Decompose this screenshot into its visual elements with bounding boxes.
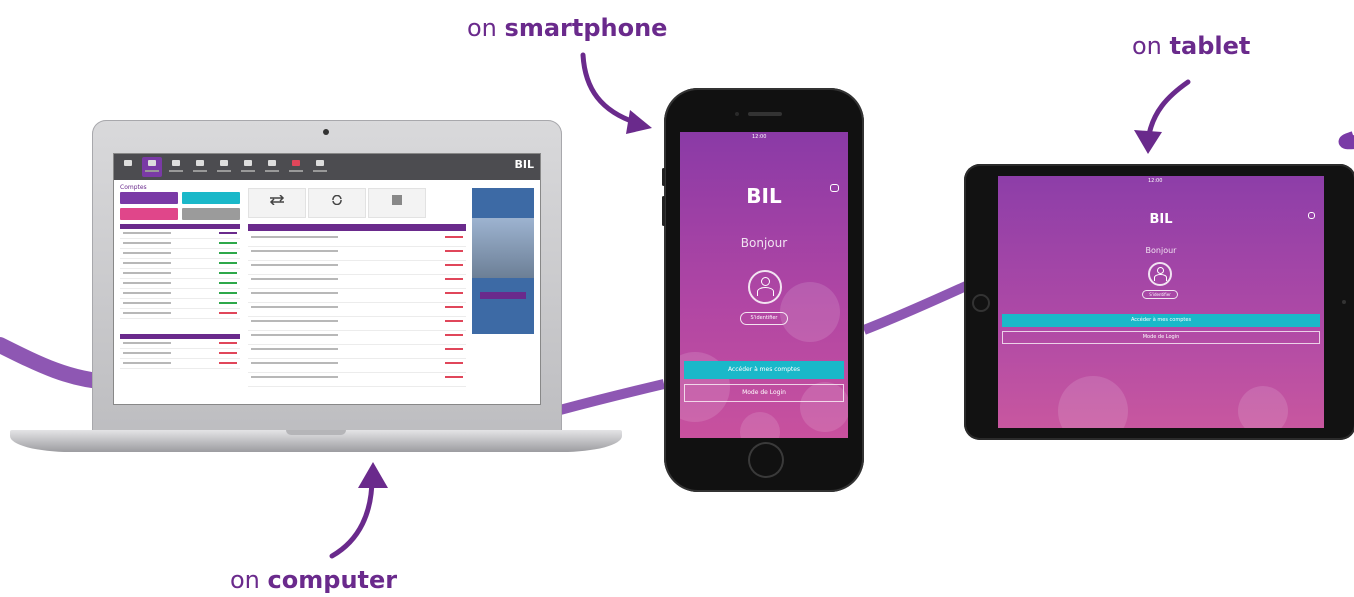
login-mode-button[interactable]: Mode de Login xyxy=(1002,331,1320,344)
list-item[interactable] xyxy=(120,230,240,239)
list-item[interactable] xyxy=(120,360,240,369)
tablet-home-button[interactable] xyxy=(972,294,990,312)
list-item[interactable] xyxy=(120,240,240,249)
table-row[interactable] xyxy=(248,332,466,345)
list-item[interactable] xyxy=(120,280,240,289)
laptop-camera xyxy=(323,129,329,135)
list-item[interactable] xyxy=(120,310,240,319)
loans-list xyxy=(120,340,240,380)
phone-screen: 12:00 BIL Bonjour S'identifier Accéder à… xyxy=(680,132,848,438)
statement-icon[interactable] xyxy=(368,188,426,218)
table-row[interactable] xyxy=(248,360,466,373)
phone-home-button[interactable] xyxy=(748,442,784,478)
arrow-to-computer-icon xyxy=(329,462,388,559)
list-item[interactable] xyxy=(120,350,240,359)
arrow-to-tablet-icon xyxy=(1134,79,1191,154)
list-item[interactable] xyxy=(120,260,240,269)
savings-icon[interactable] xyxy=(238,157,258,177)
access-accounts-button[interactable]: Accéder à mes comptes xyxy=(1002,314,1320,327)
laptop: BIL Comptes xyxy=(92,120,562,438)
avatar-icon[interactable] xyxy=(748,270,782,304)
list-item[interactable] xyxy=(120,340,240,349)
list-item[interactable] xyxy=(120,290,240,299)
settings-icon[interactable] xyxy=(310,157,330,177)
table-row[interactable] xyxy=(248,234,466,247)
promo-button[interactable] xyxy=(480,292,526,299)
table-row[interactable] xyxy=(248,374,466,387)
label-computer: on computer xyxy=(230,566,398,594)
table-row[interactable] xyxy=(248,276,466,289)
phone-camera xyxy=(735,112,739,116)
table-row[interactable] xyxy=(248,262,466,275)
invest-icon[interactable] xyxy=(214,157,234,177)
avatar-icon[interactable] xyxy=(1148,262,1172,286)
accounts-list xyxy=(120,230,240,330)
home-icon[interactable] xyxy=(118,157,138,177)
refresh-icon[interactable] xyxy=(308,188,366,218)
transfer-icon[interactable] xyxy=(166,157,186,177)
table-row[interactable] xyxy=(248,318,466,331)
desktop-logo: BIL xyxy=(514,158,535,171)
laptop-screen: BIL Comptes xyxy=(114,154,540,404)
label-tablet: on tablet xyxy=(1132,32,1251,60)
status-time: 12:00 xyxy=(752,134,767,140)
transactions-header xyxy=(248,224,466,231)
label-smartphone: on smartphone xyxy=(467,14,668,42)
summary-tile[interactable] xyxy=(182,192,240,204)
greeting: Bonjour xyxy=(1145,246,1177,255)
identify-button[interactable]: S'identifier xyxy=(1142,290,1178,299)
list-item[interactable] xyxy=(120,270,240,279)
app-logo: BIL xyxy=(1149,212,1173,227)
tablet-camera xyxy=(1342,300,1346,304)
tablet-screen: 12:00 BIL Bonjour S'identifier Accéder à… xyxy=(998,176,1324,428)
summary-tile[interactable] xyxy=(182,208,240,220)
app-logo: BIL xyxy=(746,184,782,208)
promo-banner[interactable] xyxy=(472,188,534,334)
cards-icon[interactable] xyxy=(190,157,210,177)
summary-tile[interactable] xyxy=(120,192,178,204)
mail-icon[interactable] xyxy=(286,157,306,177)
status-time: 12:00 xyxy=(1148,178,1163,184)
table-row[interactable] xyxy=(248,248,466,261)
transactions-list xyxy=(248,234,466,402)
greeting: Bonjour xyxy=(740,236,788,250)
laptop-base xyxy=(10,430,622,452)
tablet: 12:00 BIL Bonjour S'identifier Accéder à… xyxy=(964,164,1354,440)
transfer-icon[interactable] xyxy=(248,188,306,218)
accounts-icon[interactable] xyxy=(142,157,162,177)
documents-icon[interactable] xyxy=(262,157,282,177)
list-item[interactable] xyxy=(120,300,240,309)
list-item[interactable] xyxy=(120,250,240,259)
login-mode-button[interactable]: Mode de Login xyxy=(684,384,844,402)
phone-speaker xyxy=(748,112,782,116)
summary-tile[interactable] xyxy=(120,208,178,220)
identify-button[interactable]: S'identifier xyxy=(740,312,788,325)
accounts-list-header xyxy=(120,224,240,229)
promo-photo xyxy=(472,218,534,278)
table-row[interactable] xyxy=(248,346,466,359)
table-row[interactable] xyxy=(248,290,466,303)
page-title: Comptes xyxy=(120,184,147,191)
table-row[interactable] xyxy=(248,304,466,317)
access-accounts-button[interactable]: Accéder à mes comptes xyxy=(684,361,844,379)
desktop-menu-bar: BIL xyxy=(114,154,540,180)
loans-list-header xyxy=(120,334,240,339)
arrow-to-smartphone-icon xyxy=(580,52,652,134)
smartphone: 12:00 BIL Bonjour S'identifier Accéder à… xyxy=(662,88,864,492)
